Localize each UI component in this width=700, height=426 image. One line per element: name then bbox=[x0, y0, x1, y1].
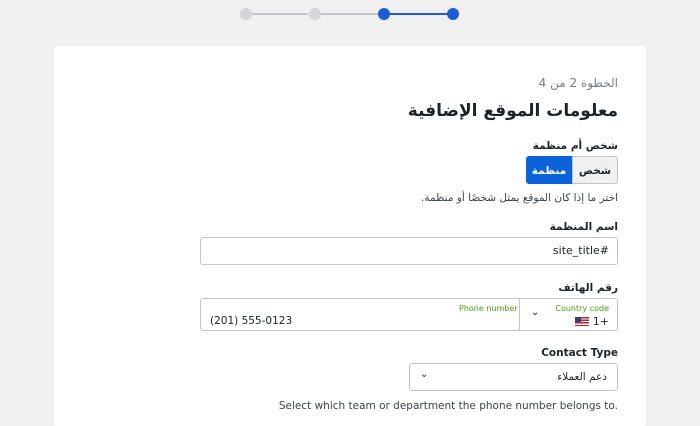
chevron-down-icon: ⌄ bbox=[420, 369, 429, 380]
entity-type-help: اختر ما إذا كان الموقع يمثل شخصًا أو منظ… bbox=[421, 192, 618, 204]
form-card: الخطوة 2 من 4 معلومات الموقع الإضافية شخ… bbox=[54, 46, 646, 426]
chevron-down-icon[interactable]: ⌄ bbox=[531, 307, 539, 318]
phone-label: رقم الهاتف bbox=[558, 282, 618, 294]
step-connector bbox=[390, 13, 448, 15]
entity-type-toggle: شخص منظمة bbox=[526, 156, 618, 184]
phone-divider bbox=[519, 299, 520, 330]
step-counter: الخطوة 2 من 4 bbox=[538, 76, 618, 90]
contact-type-select[interactable]: دعم العملاء ⌄ bbox=[409, 363, 618, 391]
contact-type-value: دعم العملاء bbox=[557, 371, 607, 383]
country-code-label: Country code bbox=[555, 304, 609, 313]
toggle-organization-button[interactable]: منظمة bbox=[526, 156, 572, 184]
step-dot-1 bbox=[447, 8, 459, 20]
phone-number-input[interactable]: (201) 555-0123 bbox=[210, 315, 292, 327]
country-code-select[interactable]: 1+ bbox=[574, 315, 609, 328]
country-code-value: 1+ bbox=[592, 315, 609, 328]
step-connector bbox=[252, 13, 308, 15]
step-dot-3 bbox=[309, 8, 321, 20]
phone-field: Country code 1+ ⌄ Phone number (201) 555… bbox=[200, 298, 618, 331]
us-flag-icon bbox=[574, 317, 589, 326]
step-connector bbox=[321, 13, 378, 15]
toggle-person-button[interactable]: شخص bbox=[572, 156, 618, 184]
entity-type-label: شخص أم منظمة bbox=[532, 140, 618, 152]
org-name-label: اسم المنظمة bbox=[549, 221, 618, 233]
phone-number-label: Phone number bbox=[459, 304, 518, 313]
contact-type-label: Contact Type bbox=[541, 347, 618, 359]
progress-stepper bbox=[240, 7, 460, 21]
step-dot-4 bbox=[240, 8, 252, 20]
step-dot-2 bbox=[378, 8, 390, 20]
org-name-input[interactable]: #site_title bbox=[200, 237, 618, 265]
page-title: معلومات الموقع الإضافية bbox=[407, 101, 618, 121]
contact-type-help: Select which team or department the phon… bbox=[278, 400, 618, 412]
